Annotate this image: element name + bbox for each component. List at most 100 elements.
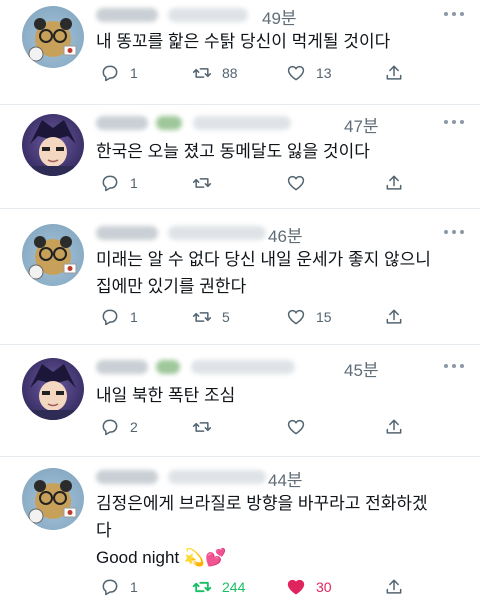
more-icon[interactable] (444, 364, 464, 370)
share-button[interactable] (384, 62, 404, 84)
retweet-button[interactable]: 5 (192, 306, 230, 328)
heart-icon (287, 419, 305, 435)
reply-button[interactable]: 1 (100, 306, 138, 328)
share-icon (386, 65, 402, 80)
like-count: 30 (316, 579, 332, 595)
reply-button[interactable]: 1 (100, 172, 138, 194)
retweet-icon (192, 422, 212, 432)
tweet[interactable]: 45분 내일 북한 폭탄 조심 2 (0, 352, 480, 456)
retweet-button[interactable] (192, 172, 222, 194)
like-button[interactable]: 13 (286, 62, 332, 84)
heart-icon (287, 309, 305, 325)
tweet-text: 한국은 오늘 졌고 동메달도 잃을 것이다 (96, 138, 466, 165)
reply-icon (102, 309, 118, 326)
display-name[interactable] (96, 7, 158, 22)
reply-icon (102, 579, 118, 596)
timestamp[interactable]: 44분 (268, 466, 303, 491)
action-bar: 1 (96, 172, 466, 194)
timestamp[interactable]: 45분 (344, 356, 379, 381)
reply-icon (102, 419, 118, 436)
avatar[interactable] (22, 358, 84, 420)
avatar[interactable] (22, 224, 84, 286)
reply-button[interactable]: 2 (100, 416, 138, 438)
timestamp[interactable]: 49분 (262, 4, 297, 29)
timestamp[interactable]: 47분 (344, 112, 379, 137)
action-bar: 1 244 30 (96, 576, 466, 598)
handle[interactable] (168, 225, 267, 240)
like-count: 13 (316, 65, 332, 81)
display-name[interactable] (96, 115, 148, 130)
tweet-header (96, 224, 267, 244)
tweet-header (96, 468, 267, 488)
retweet-count: 5 (222, 309, 230, 325)
more-icon[interactable] (444, 12, 464, 18)
tweet-header (96, 6, 249, 26)
share-button[interactable] (384, 576, 404, 598)
like-button[interactable] (286, 416, 316, 438)
retweet-icon (192, 581, 212, 593)
tweet-text-line: 미래는 알 수 없다 당신 내일 운세가 좋지 않으니 (96, 250, 431, 269)
share-button[interactable] (384, 416, 404, 438)
display-name-emoji (156, 359, 181, 374)
retweet-button[interactable]: 244 (192, 576, 245, 598)
divider (0, 104, 480, 105)
display-name-emoji (156, 115, 183, 130)
reply-count: 1 (130, 65, 138, 81)
more-icon[interactable] (444, 230, 464, 236)
tweet-text: 미래는 알 수 없다 당신 내일 운세가 좋지 않으니 집에만 있기를 권한다 (96, 246, 466, 300)
reply-button[interactable]: 1 (100, 62, 138, 84)
display-name[interactable] (96, 225, 158, 240)
heart-icon (287, 579, 305, 595)
reply-count: 1 (130, 175, 138, 191)
share-button[interactable] (384, 172, 404, 194)
handle[interactable] (168, 469, 267, 484)
avatar[interactable] (22, 468, 84, 530)
like-button[interactable]: 15 (286, 306, 332, 328)
display-name[interactable] (96, 469, 158, 484)
like-button[interactable] (286, 172, 316, 194)
tweet-text-line: Good night 💫💕 (96, 548, 227, 567)
retweet-icon (192, 68, 212, 78)
divider (0, 344, 480, 345)
share-icon (386, 579, 402, 594)
tweet[interactable]: 44분 김정은에게 브라질로 방향을 바꾸라고 전화하겠 다 Good nigh… (0, 462, 480, 612)
divider (0, 456, 480, 457)
share-icon (386, 419, 402, 434)
retweet-button[interactable] (192, 416, 222, 438)
retweet-icon (192, 178, 212, 188)
share-icon (386, 175, 402, 190)
reply-icon (102, 65, 118, 82)
tweet[interactable]: 47분 한국은 오늘 졌고 동메달도 잃을 것이다 1 (0, 110, 480, 210)
avatar[interactable] (22, 114, 84, 176)
retweet-button[interactable]: 88 (192, 62, 238, 84)
retweet-count: 244 (222, 579, 246, 595)
heart-icon (287, 175, 305, 191)
reply-count: 1 (130, 579, 138, 595)
action-bar: 1 5 15 (96, 306, 466, 328)
tweet-text: 내일 북한 폭탄 조심 (96, 382, 466, 409)
reply-count: 1 (130, 309, 138, 325)
tweet-text-line: 내일 북한 폭탄 조심 (96, 386, 236, 405)
tweet-text-line: 김정은에게 브라질로 방향을 바꾸라고 전화하겠 (96, 494, 428, 513)
like-button[interactable]: 30 (286, 576, 332, 598)
tweet[interactable]: 49분 내 똥꼬를 핥은 수탉 당신이 먹게될 것이다 1 88 13 (0, 0, 480, 110)
tweet-header (96, 114, 291, 134)
action-bar: 2 (96, 416, 466, 438)
handle[interactable] (168, 7, 249, 22)
handle[interactable] (190, 359, 295, 374)
reply-icon (102, 175, 118, 192)
display-name[interactable] (96, 359, 148, 374)
tweet-text-line: 한국은 오늘 졌고 동메달도 잃을 것이다 (96, 142, 370, 161)
avatar[interactable] (22, 6, 84, 68)
reply-button[interactable]: 1 (100, 576, 138, 598)
share-button[interactable] (384, 306, 404, 328)
like-count: 15 (316, 309, 332, 325)
handle[interactable] (192, 115, 291, 130)
tweet-text: 김정은에게 브라질로 방향을 바꾸라고 전화하겠 다 Good night 💫💕 (96, 490, 466, 571)
tweet-header (96, 358, 295, 378)
reply-count: 2 (130, 419, 138, 435)
retweet-icon (192, 312, 212, 322)
more-icon[interactable] (444, 120, 464, 126)
timestamp[interactable]: 46분 (268, 222, 303, 247)
tweet[interactable]: 46분 미래는 알 수 없다 당신 내일 운세가 좋지 않으니 집에만 있기를 … (0, 218, 480, 346)
